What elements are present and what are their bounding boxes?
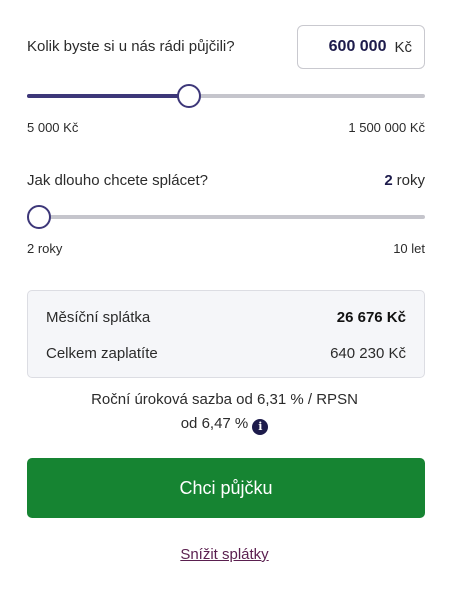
total-payment-value: 640 230 Kč [330, 345, 406, 362]
interest-rate-info: Roční úroková sazba od 6,31 % / RPSN od … [0, 388, 449, 436]
interest-rate-line1: Roční úroková sazba od 6,31 % / RPSN [91, 391, 358, 408]
monthly-payment-label: Měsíční splátka [46, 309, 151, 326]
loan-amount-min-label: 5 000 Kč [27, 120, 79, 135]
apply-loan-button[interactable]: Chci půjčku [27, 458, 425, 518]
monthly-payment-row: Měsíční splátka 26 676 Kč [46, 309, 406, 326]
loan-term-min-label: 2 roky [27, 241, 63, 256]
loan-amount-value[interactable]: 600 000 [329, 38, 387, 56]
loan-term-max-label: 10 let [393, 241, 425, 256]
lower-payments-link-wrap: Snížit splátky [0, 546, 449, 564]
loan-amount-unit: Kč [394, 38, 412, 56]
loan-term-slider[interactable] [27, 204, 425, 230]
loan-term-question: Jak dlouho chcete splácet? [27, 172, 208, 189]
loan-term-unit: roky [396, 172, 425, 189]
loan-amount-input[interactable]: 600 000 Kč [297, 25, 425, 69]
loan-amount-question: Kolik byste si u nás rádi půjčili? [27, 38, 235, 55]
loan-amount-slider[interactable] [27, 83, 425, 109]
loan-amount-slider-fill [27, 94, 189, 98]
payment-summary: Měsíční splátka 26 676 Kč Celkem zaplatí… [27, 290, 425, 378]
lower-payments-link[interactable]: Snížit splátky [180, 546, 268, 563]
interest-rate-line2-wrap: od 6,47 % i [0, 412, 449, 436]
total-payment-row: Celkem zaplatíte 640 230 Kč [46, 345, 406, 362]
loan-term-slider-track[interactable] [27, 215, 425, 219]
loan-amount-max-label: 1 500 000 Kč [348, 120, 425, 135]
monthly-payment-value: 26 676 Kč [336, 309, 406, 326]
loan-amount-slider-thumb[interactable] [176, 84, 201, 108]
loan-term-display: 2 roky [384, 172, 425, 189]
loan-term-value: 2 [384, 172, 393, 189]
info-icon[interactable]: i [252, 419, 269, 435]
total-payment-label: Celkem zaplatíte [46, 345, 158, 362]
loan-term-slider-thumb[interactable] [27, 205, 51, 229]
interest-rate-line2: od 6,47 % [180, 415, 249, 432]
